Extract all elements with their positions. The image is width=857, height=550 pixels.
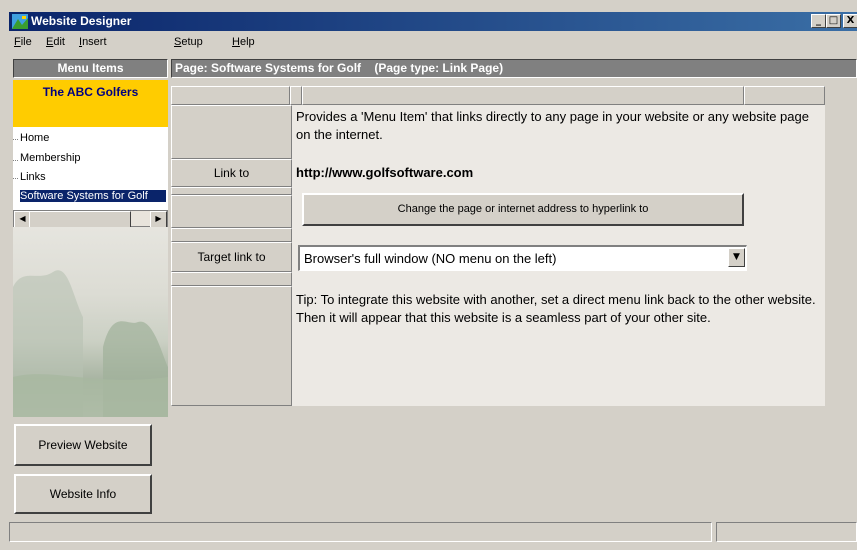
link-url: http://www.golfsoftware.com [296,165,474,180]
minimize-button[interactable]: _ [811,14,826,28]
maximize-button[interactable]: □ [826,14,841,28]
status-bar-secondary [716,522,857,542]
menu-items-header: Menu Items [13,59,168,78]
tip-text: Tip: To integrate this website with anot… [296,292,816,325]
preview-website-button[interactable]: Preview Website [14,424,152,466]
scroll-right-icon[interactable]: ▶ [150,211,167,228]
row-label-cell [171,105,292,159]
page-description: Provides a 'Menu Item' that links direct… [296,109,809,142]
page-header: Page: Software Systems for Golf (Page ty… [171,59,857,78]
row-label-cell [171,228,292,242]
list-item[interactable]: Links [20,171,46,183]
status-bar-main [9,522,712,542]
target-select-value: Browser's full window (NO menu on the le… [304,251,557,266]
grid-header-cell [290,86,302,105]
menu-items-list: Home Membership Links Software Systems f… [13,127,168,216]
row-label-cell [171,286,292,406]
row-label-cell [171,272,292,286]
app-icon [12,14,28,29]
list-item-selected[interactable]: Software Systems for Golf [20,190,166,202]
row-label-cell [171,187,292,195]
target-link-label: Target link to [171,242,292,272]
dropdown-arrow-icon[interactable]: ▼ [728,248,745,267]
grid-header-cell [171,86,290,105]
grid-header-cell [744,86,825,105]
window-title: Website Designer [31,14,132,28]
menu-file[interactable]: File [14,36,32,48]
grid-header-cell [302,86,744,105]
title-bar[interactable]: Website Designer _ □ X [9,12,857,31]
list-item[interactable]: Membership [20,152,81,164]
list-item[interactable]: Home [20,132,49,144]
scroll-thumb[interactable] [29,211,131,228]
website-info-button[interactable]: Website Info [14,474,152,514]
link-to-label: Link to [171,159,292,187]
change-link-button[interactable]: Change the page or internet address to h… [302,193,744,226]
target-select[interactable]: Browser's full window (NO menu on the le… [298,245,747,271]
row-label-cell [171,195,292,228]
menu-setup[interactable]: Setup [174,36,203,48]
menu-edit[interactable]: Edit [46,36,65,48]
menu-insert[interactable]: Insert [79,36,107,48]
background-photo [13,227,168,417]
site-title[interactable]: The ABC Golfers [13,80,168,127]
close-button[interactable]: X [843,14,857,28]
list-horizontal-scrollbar[interactable]: ◀ ▶ [13,210,168,228]
menu-bar: File Edit Insert Setup Help [9,31,857,53]
menu-help[interactable]: Help [232,36,255,48]
